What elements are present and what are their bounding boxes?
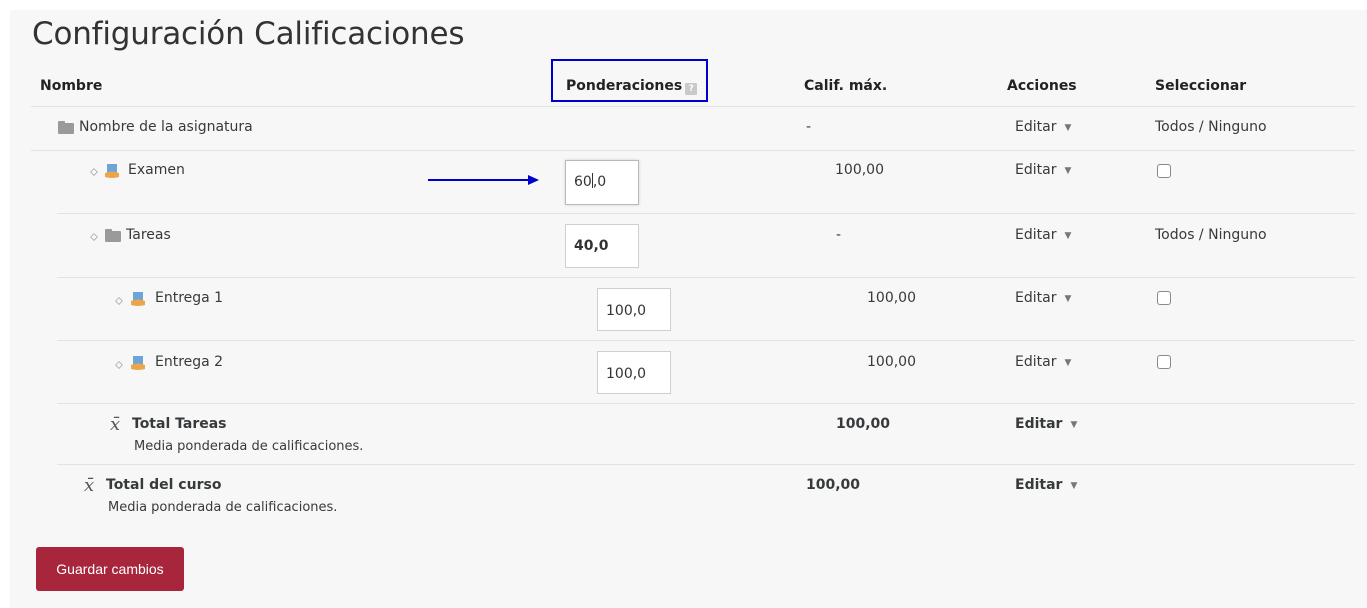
edit-label: Editar: [1015, 416, 1063, 432]
divider: [31, 150, 1355, 151]
tasks-weight-input[interactable]: 40,0: [565, 224, 639, 268]
tasks-max-grade: -: [836, 227, 842, 243]
caret-down-icon: ▼: [1070, 420, 1078, 430]
weights-header-highlight: [551, 59, 708, 102]
exam-weight-value-end: ,0: [592, 174, 607, 190]
folder-icon: [58, 121, 74, 134]
entrega1-weight-input[interactable]: 100,0: [597, 288, 671, 331]
entrega2-max-grade: 100,00: [867, 354, 916, 370]
entrega2-select-checkbox[interactable]: [1157, 355, 1171, 369]
entrega2-name[interactable]: Entrega 2: [155, 354, 223, 370]
exam-max-grade: 100,00: [835, 162, 884, 178]
entrega1-edit-menu[interactable]: Editar ▼: [1015, 290, 1071, 306]
edit-label: Editar: [1015, 227, 1057, 243]
header-max-grade: Calif. máx.: [804, 78, 888, 94]
divider: [57, 277, 1355, 278]
tasks-name: Tareas: [126, 227, 171, 243]
mean-icon: x̄: [110, 414, 121, 435]
course-name: Nombre de la asignatura: [79, 119, 253, 135]
folder-icon: [105, 229, 121, 242]
grade-item-icon: [131, 292, 145, 306]
save-changes-button[interactable]: Guardar cambios: [36, 547, 184, 591]
entrega1-select-checkbox[interactable]: [1157, 291, 1171, 305]
entrega1-max-grade: 100,00: [867, 290, 916, 306]
divider: [57, 403, 1355, 404]
total-tasks-edit-menu[interactable]: Editar ▼: [1015, 416, 1077, 432]
caret-down-icon: ▼: [1064, 231, 1072, 241]
entrega2-edit-menu[interactable]: Editar ▼: [1015, 354, 1071, 370]
annotation-arrow: [428, 175, 539, 185]
header-select: Seleccionar: [1155, 78, 1247, 94]
divider: [31, 106, 1355, 107]
caret-down-icon: ▼: [1064, 294, 1072, 304]
tasks-edit-menu[interactable]: Editar ▼: [1015, 227, 1071, 243]
caret-down-icon: ▼: [1064, 123, 1072, 133]
edit-label: Editar: [1015, 162, 1057, 178]
exam-select-checkbox[interactable]: [1157, 164, 1171, 178]
edit-label: Editar: [1015, 354, 1057, 370]
caret-down-icon: ▼: [1064, 166, 1072, 176]
total-tasks-max-grade: 100,00: [836, 416, 891, 432]
edit-label: Editar: [1015, 119, 1057, 135]
total-course-description: Media ponderada de calificaciones.: [108, 500, 338, 515]
exam-name[interactable]: Examen: [128, 162, 185, 178]
move-icon[interactable]: ⬦: [113, 295, 125, 307]
mean-icon: x̄: [84, 475, 95, 496]
total-tasks-name: Total Tareas: [132, 416, 227, 432]
total-course-max-grade: 100,00: [806, 477, 861, 493]
total-course-name: Total del curso: [106, 477, 222, 493]
entrega1-name[interactable]: Entrega 1: [155, 290, 223, 306]
move-icon[interactable]: ⬦: [88, 166, 100, 178]
header-actions: Acciones: [1007, 78, 1077, 94]
entrega2-weight-input[interactable]: 100,0: [597, 351, 671, 394]
total-tasks-description: Media ponderada de calificaciones.: [134, 439, 364, 454]
move-icon[interactable]: ⬦: [113, 359, 125, 371]
caret-down-icon: ▼: [1064, 358, 1072, 368]
course-max-grade: -: [806, 119, 812, 135]
exam-edit-menu[interactable]: Editar ▼: [1015, 162, 1071, 178]
tasks-select-all-none[interactable]: Todos / Ninguno: [1155, 227, 1267, 243]
divider: [57, 340, 1355, 341]
divider: [57, 464, 1355, 465]
exam-weight-input[interactable]: 60,0: [565, 160, 639, 205]
caret-down-icon: ▼: [1070, 481, 1078, 491]
divider: [57, 213, 1355, 214]
move-icon[interactable]: ⬦: [88, 231, 100, 243]
edit-label: Editar: [1015, 477, 1063, 493]
page-title: Configuración Calificaciones: [32, 16, 465, 52]
edit-label: Editar: [1015, 290, 1057, 306]
grade-item-icon: [105, 164, 119, 178]
course-select-all-none[interactable]: Todos / Ninguno: [1155, 119, 1267, 135]
total-course-edit-menu[interactable]: Editar ▼: [1015, 477, 1077, 493]
header-name: Nombre: [40, 78, 103, 94]
exam-weight-value-start: 60: [574, 174, 592, 190]
course-edit-menu[interactable]: Editar ▼: [1015, 119, 1071, 135]
grade-item-icon: [131, 356, 145, 370]
